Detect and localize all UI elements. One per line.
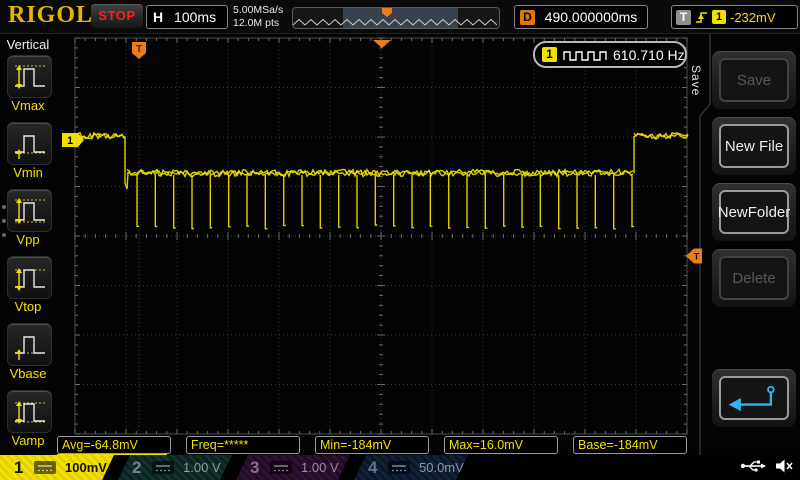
- delete-button-label: Delete: [719, 256, 789, 300]
- horizontal-ref-marker[interactable]: [373, 40, 391, 48]
- ch1-waveform-trace: [74, 133, 688, 229]
- channel4-tab[interactable]: 4 50.0mV: [354, 455, 468, 480]
- dc-coupling-icon: [152, 461, 174, 474]
- freq-channel-badge: 1: [542, 47, 557, 62]
- vtop-icon: [12, 262, 48, 294]
- channel-status-bar: 1 100mV 2 1.00 V 3 1.00 V 4: [0, 455, 800, 480]
- vpp-icon: [12, 195, 48, 227]
- channel1-number: 1: [14, 458, 27, 478]
- measurement-min: Min=-184mV: [315, 436, 429, 454]
- dc-coupling-icon: [34, 461, 56, 474]
- horizontal-label: H: [153, 9, 163, 25]
- memory-depth: 12.0M pts: [233, 17, 283, 30]
- freq-value: 610.710 Hz: [613, 47, 685, 63]
- thumbnail-wave-icon: [293, 8, 499, 28]
- delay-value: 490.000000ms: [535, 9, 647, 25]
- vtop-button[interactable]: [7, 256, 52, 299]
- right-soft-menu: Save Save New File NewFolder Delete: [700, 33, 800, 455]
- delay-badge: D: [520, 10, 535, 25]
- vbase-label: Vbase: [0, 366, 56, 381]
- vbase-icon: [12, 329, 48, 361]
- right-menu-title: Save: [689, 65, 703, 96]
- channel1-scale: 100mV: [65, 460, 107, 475]
- vamp-label: Vamp: [0, 433, 56, 448]
- new-folder-button-label: NewFolder: [719, 190, 789, 234]
- vmax-label: Vmax: [0, 98, 56, 113]
- run-state-indicator: STOP: [91, 4, 143, 28]
- channel3-number: 3: [250, 458, 263, 478]
- measurement-max: Max=16.0mV: [444, 436, 558, 454]
- save-button-label: Save: [719, 58, 789, 102]
- trigger-flag-label: T: [136, 44, 142, 55]
- horizontal-timebase-box: H 100ms: [146, 5, 228, 29]
- vmin-button[interactable]: [7, 122, 52, 165]
- new-file-button[interactable]: New File: [712, 117, 796, 175]
- acquisition-info: 5.00MSa/s 12.0M pts: [233, 4, 283, 29]
- left-menu-title: Vertical: [0, 37, 56, 52]
- trigger-level-value: -232mV: [730, 10, 776, 25]
- channel3-scale: 1.00 V: [301, 460, 339, 475]
- rigol-logo: RIGOL: [8, 2, 93, 29]
- usb-icon: [740, 458, 766, 474]
- return-arrow-icon: [724, 381, 784, 415]
- channel2-number: 2: [132, 458, 145, 478]
- graticule-and-waveform: T 1 T: [0, 0, 800, 480]
- trigger-badge: T: [676, 10, 691, 25]
- new-folder-button[interactable]: NewFolder: [712, 183, 796, 241]
- timebase-value: 100ms: [163, 9, 227, 25]
- vmax-icon: [12, 61, 48, 93]
- delay-box: D 490.000000ms: [514, 5, 648, 29]
- vamp-icon: [12, 396, 48, 428]
- vbase-button[interactable]: [7, 323, 52, 366]
- measurement-avg: Avg=-64.8mV: [57, 436, 171, 454]
- ch1-ground-marker[interactable]: 1: [62, 133, 84, 147]
- rising-edge-icon: [695, 9, 708, 25]
- new-file-button-label: New File: [719, 124, 789, 168]
- channel3-tab[interactable]: 3 1.00 V: [236, 455, 350, 480]
- vpp-label: Vpp: [0, 232, 56, 247]
- channel2-scale: 1.00 V: [183, 460, 221, 475]
- channel2-tab[interactable]: 2 1.00 V: [118, 455, 232, 480]
- ch1-marker-label: 1: [67, 135, 73, 147]
- measurement-freq: Freq=*****: [186, 436, 300, 454]
- ch1-marker-arrow-icon: [62, 133, 84, 147]
- vmax-button[interactable]: [7, 55, 52, 98]
- vtop-label: Vtop: [0, 299, 56, 314]
- sample-rate: 5.00MSa/s: [233, 4, 283, 17]
- vamp-button[interactable]: [7, 390, 52, 433]
- graticule-grid: [75, 38, 687, 434]
- left-soft-menu: Vertical Vmax Vmin: [0, 33, 56, 455]
- delete-button[interactable]: Delete: [712, 249, 796, 307]
- top-status-bar: RIGOL STOP H 100ms 5.00MSa/s 12.0M pts D…: [0, 0, 800, 34]
- back-button[interactable]: [712, 369, 796, 427]
- trigger-source-badge: 1: [712, 10, 726, 24]
- square-wave-icon: [562, 47, 608, 63]
- channel4-scale: 50.0mV: [419, 460, 464, 475]
- channel1-tab[interactable]: 1 100mV: [0, 455, 114, 480]
- vmin-icon: [12, 128, 48, 160]
- trigger-flag-icon: [132, 42, 146, 59]
- save-button[interactable]: Save: [712, 51, 796, 109]
- vpp-button[interactable]: [7, 189, 52, 232]
- trigger-position-marker[interactable]: T: [132, 42, 146, 59]
- oscilloscope-screen: T 1 T RIGOL STOP H 100ms 5.00MSa/s 12.0M…: [0, 0, 800, 480]
- channel4-number: 4: [368, 458, 381, 478]
- dc-coupling-icon: [270, 461, 292, 474]
- trigger-level-label: T: [694, 252, 700, 262]
- frequency-counter: 1 610.710 Hz: [533, 41, 687, 68]
- trigger-info-box: T 1 -232mV: [671, 5, 798, 29]
- dc-coupling-icon: [388, 461, 410, 474]
- measurement-base: Base=-184mV: [573, 436, 687, 454]
- menu-page-indicator: [2, 195, 6, 247]
- vmin-label: Vmin: [0, 165, 56, 180]
- speaker-muted-icon: [774, 458, 794, 474]
- waveform-overview-thumbnail: [292, 7, 500, 29]
